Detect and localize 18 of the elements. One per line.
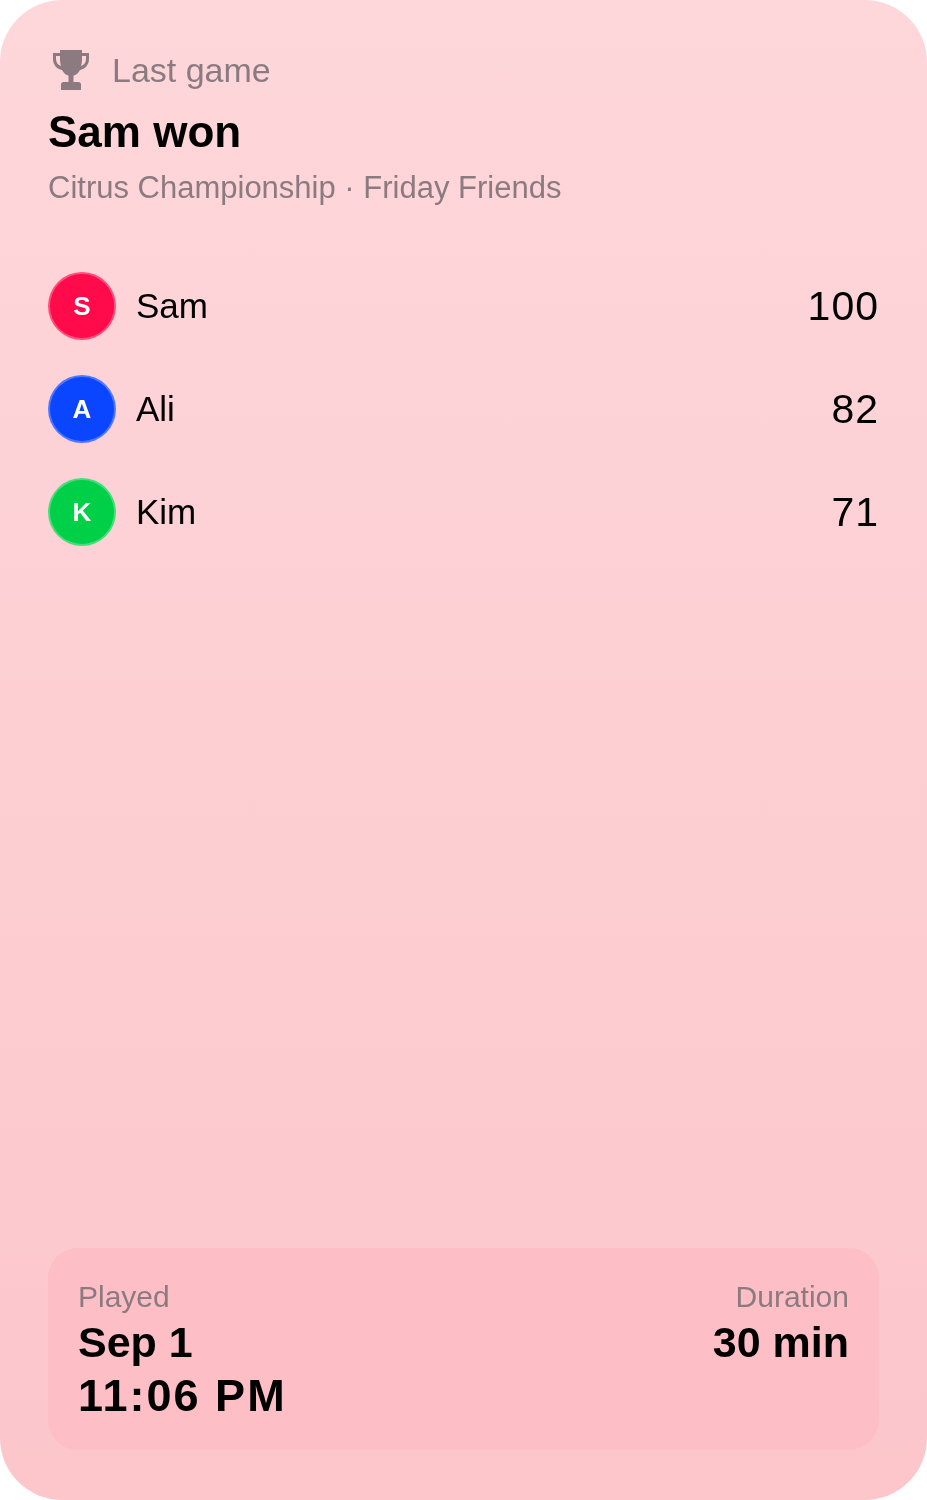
duration-value: 30 min: [712, 1317, 849, 1368]
player-score: 82: [831, 385, 879, 433]
player-avatar: A: [48, 375, 116, 443]
player-name: Ali: [136, 389, 175, 429]
player-name: Kim: [136, 492, 197, 532]
section-label: Last game: [112, 50, 271, 90]
played-date: Sep 1: [78, 1317, 193, 1368]
player-name: Sam: [136, 286, 208, 326]
player-avatar: S: [48, 272, 116, 340]
played-label: Played: [78, 1279, 170, 1315]
player-avatar: K: [48, 478, 116, 546]
duration-label: Duration: [735, 1279, 849, 1315]
played-time: 11:06 PM: [78, 1369, 287, 1423]
result-title: Sam won: [48, 106, 243, 158]
game-subtitle: Citrus Championship · Friday Friends: [48, 169, 563, 207]
player-score: 71: [831, 488, 879, 536]
player-score: 100: [807, 282, 879, 330]
trophy-icon: [52, 49, 90, 91]
